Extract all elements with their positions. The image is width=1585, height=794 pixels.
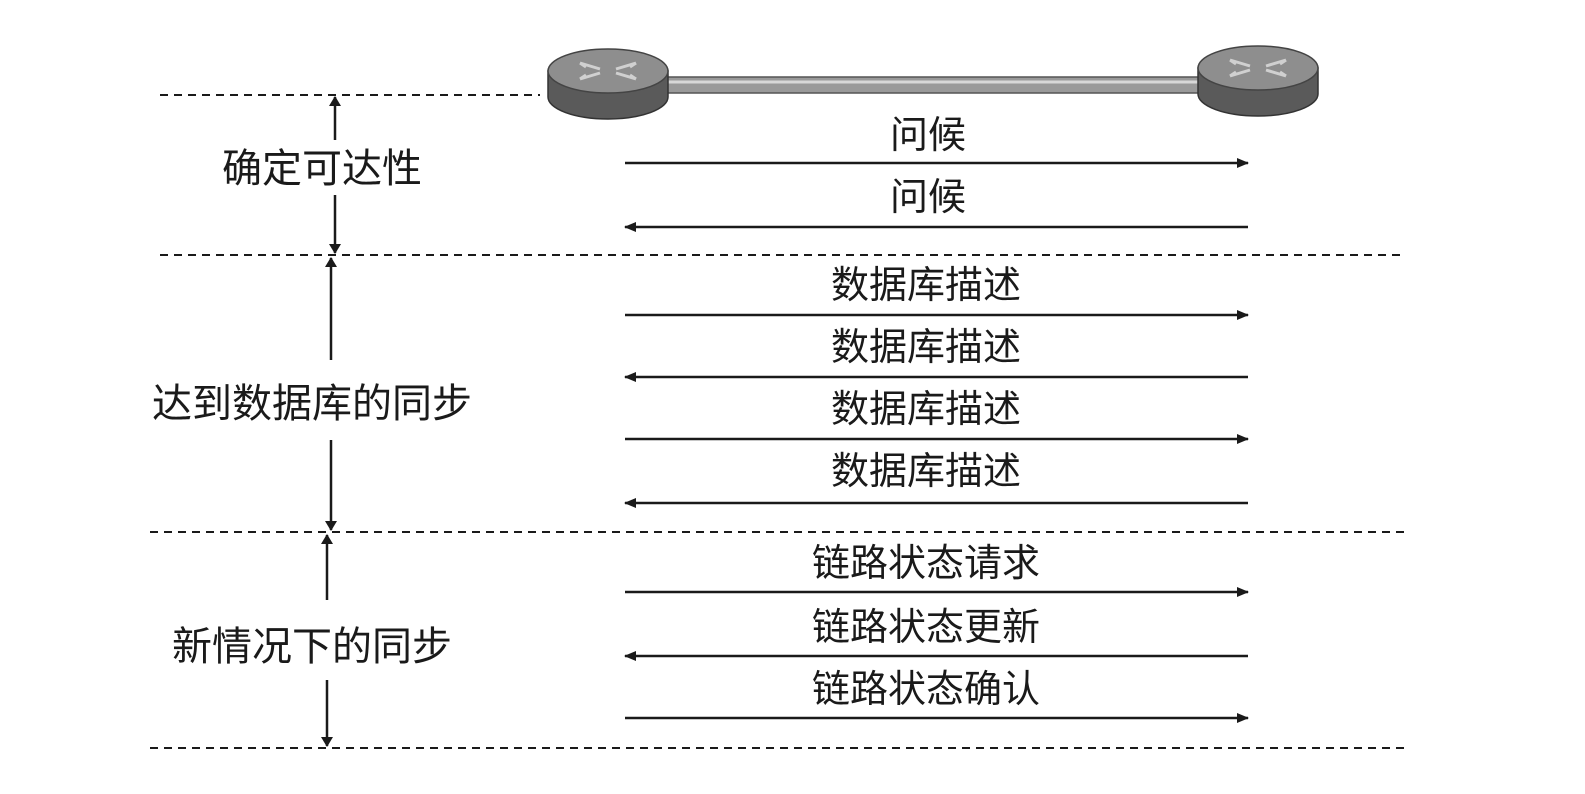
message-sequence: 问候问候数据库描述数据库描述数据库描述数据库描述链路状态请求链路状态更新链路状态… <box>624 113 1249 723</box>
ospf-adjacency-diagram: 确定可达性 达到数据库的同步 新情况下的同步 问候问候数据库描述数据库描述数据库… <box>150 45 1410 749</box>
message-label: 链路状态请求 <box>812 541 1040 585</box>
message-label: 问候 <box>890 113 966 157</box>
message-label: 链路状态确认 <box>812 667 1040 711</box>
message-label: 数据库描述 <box>831 449 1021 493</box>
phase-label-reachability: 确定可达性 <box>222 146 422 192</box>
cable <box>654 76 1211 94</box>
message-label: 链路状态更新 <box>812 605 1040 649</box>
router-icon <box>1197 45 1319 117</box>
message-label: 问候 <box>890 175 966 219</box>
message-label: 数据库描述 <box>831 387 1021 431</box>
message-label: 数据库描述 <box>831 263 1021 307</box>
phase-label-new-sync: 新情况下的同步 <box>172 624 452 670</box>
network-link <box>654 76 1211 94</box>
router-icon <box>547 48 669 120</box>
phase-label-db-sync: 达到数据库的同步 <box>152 381 472 427</box>
message-label: 数据库描述 <box>831 325 1021 369</box>
